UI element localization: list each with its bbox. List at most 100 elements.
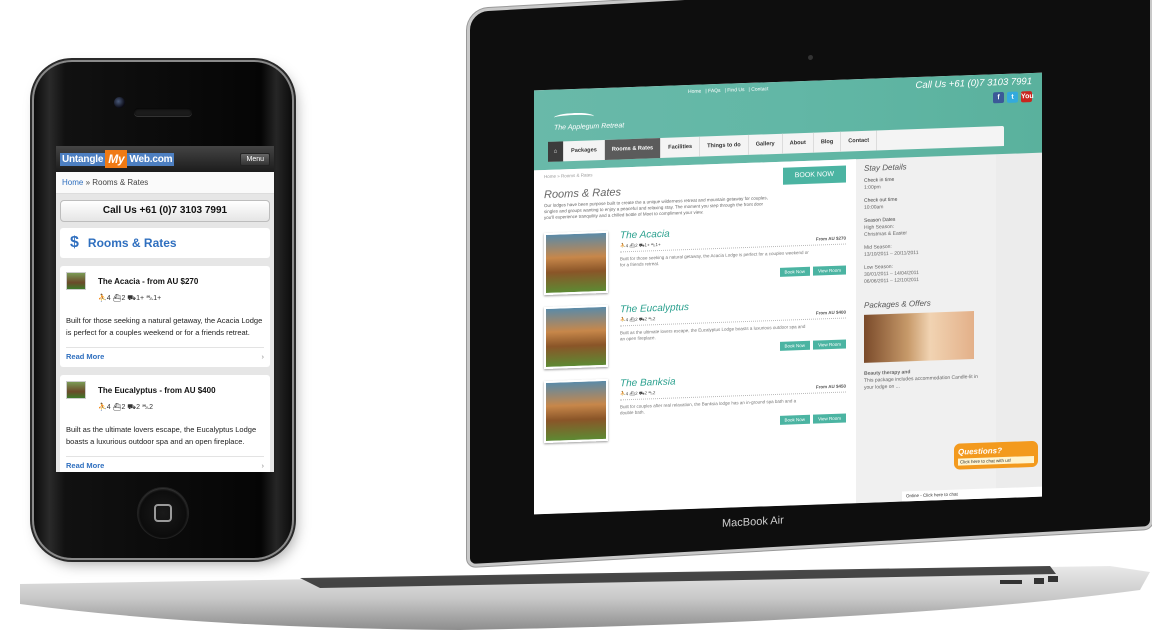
room-amenities: ⛹4 ⛴2 ⛟2 ⛍2	[98, 404, 154, 411]
logo-roof-icon	[554, 112, 594, 122]
room-card: The Eucalyptus - from AU $400 ⛹4 ⛴2 ⛟2 ⛍…	[60, 375, 270, 472]
book-now-button[interactable]: Book Now	[779, 414, 811, 425]
room-description: Built as the ultimate lovers escape, the…	[66, 425, 257, 446]
chevron-right-icon: ›	[261, 352, 265, 361]
lodge-photo[interactable]	[544, 230, 608, 296]
book-now-button[interactable]: BOOK NOW	[782, 165, 846, 185]
breadcrumb-home[interactable]: Home	[62, 178, 83, 187]
nav-contact[interactable]: Contact	[841, 130, 878, 152]
book-now-button[interactable]: Book Now	[779, 266, 811, 277]
checkout-label: Check out time	[864, 196, 898, 204]
phone-screen: Untangle My Web.com Menu Home » Rooms & Ra…	[56, 146, 274, 472]
nav-blog[interactable]: Blog	[813, 131, 842, 153]
call-button[interactable]: Call Us +61 (0)7 3103 7991	[60, 200, 270, 222]
lodge-description: Built as the ultimate lovers escape, the…	[620, 323, 806, 342]
nav-gallery[interactable]: Gallery	[748, 133, 783, 155]
top-link-faqs[interactable]: FAQs	[708, 88, 721, 94]
menu-button[interactable]: Menu	[240, 152, 270, 166]
lodge-price: From AU $450	[815, 383, 846, 390]
logo-part-2: My	[105, 150, 128, 168]
home-button[interactable]	[138, 488, 188, 538]
lodge-photo[interactable]	[544, 304, 608, 370]
dollar-icon: $	[70, 234, 79, 251]
phone-camera	[114, 97, 125, 108]
mid-season-label: Mid Season:	[864, 243, 892, 251]
lodge-item: The Acacia ⛹4 ⛴2 ⛟1+ ⛍1+ From AU $270 Bui…	[544, 223, 846, 296]
breadcrumb-current: Rooms & Rates	[92, 178, 149, 187]
lodge-price: From AU $270	[815, 235, 846, 242]
mobile-breadcrumb: Home » Rooms & Rates	[56, 172, 274, 194]
read-more-link[interactable]: Read More ›	[66, 347, 264, 367]
top-link-home[interactable]: Home	[688, 89, 701, 95]
laptop-base	[20, 566, 1150, 630]
nav-facilities[interactable]: Facilities	[661, 136, 701, 158]
webcam	[808, 54, 813, 61]
social-links: f t You	[993, 91, 1034, 104]
lodge-price: From AU $400	[815, 309, 846, 316]
breadcrumb-separator: »	[83, 178, 93, 187]
season-label: Season Dates	[864, 216, 896, 224]
room-description: Built for those seeking a natural getawa…	[66, 316, 263, 337]
checkout-value: 10:00am	[864, 204, 884, 211]
lodge-description: Built for couples after real relaxation,…	[620, 398, 797, 416]
lodge-item: The Eucalyptus ⛹4 ⛴2 ⛟2 ⛍2 From AU $400 B…	[544, 297, 846, 370]
lodge-description: Built for those seeking a natural getawa…	[620, 249, 809, 268]
laptop-brand: MacBook Air	[722, 514, 784, 530]
mobile-logo[interactable]: Untangle My Web.com	[60, 150, 175, 168]
header-phone: Call Us +61 (0)7 3103 7991	[915, 76, 1032, 92]
laptop-screen: Home | FAQs | Find Us | Contact Call Us +61…	[534, 72, 1042, 515]
chat-bubble[interactable]: Questions? Click here to chat with us!	[954, 440, 1038, 470]
phone-device: Untangle My Web.com Menu Home » Rooms & Ra…	[34, 62, 292, 558]
nav-packages[interactable]: Packages	[564, 139, 605, 162]
package-desc: This package includes accommodation Cand…	[864, 373, 978, 391]
checkin-label: Check in time	[864, 176, 895, 184]
youtube-icon[interactable]: You	[1021, 91, 1034, 103]
view-room-button[interactable]: View Room	[813, 413, 846, 424]
top-link-find-us[interactable]: Find Us	[727, 87, 744, 94]
view-room-button[interactable]: View Room	[813, 265, 846, 276]
top-link-contact[interactable]: Contact	[751, 86, 768, 93]
main-content: Home » Rooms & Rates BOOK NOW Rooms & Ra…	[534, 159, 856, 515]
nav-about[interactable]: About	[782, 132, 814, 154]
page-title: Rooms & Rates	[87, 236, 177, 250]
nav-home-icon[interactable]: ⌂	[548, 141, 564, 162]
read-more-label: Read More	[66, 461, 105, 470]
lodge-amenities: ⛹4 ⛴2 ⛟1+ ⛍1+	[620, 241, 661, 249]
chat-question: Questions?	[958, 446, 1003, 457]
view-room-button[interactable]: View Room	[813, 339, 846, 350]
lodge-amenities: ⛹4 ⛴2 ⛟2 ⛍2	[620, 390, 656, 397]
laptop-lid: MacBook Air Home | FAQs | Find Us | Contact…	[470, 0, 1150, 564]
chat-cta[interactable]: Click here to chat with us!	[958, 455, 1034, 466]
top-links: Home | FAQs | Find Us | Contact	[688, 86, 769, 96]
high-season-value: Christmas & Easter	[864, 230, 908, 238]
room-thumbnail	[66, 272, 86, 290]
stay-details-title: Stay Details	[864, 162, 907, 173]
mobile-header: Untangle My Web.com Menu	[56, 146, 274, 172]
twitter-icon[interactable]: t	[1007, 91, 1018, 103]
facebook-icon[interactable]: f	[993, 91, 1004, 104]
site-logo[interactable]: The Applegum Retreat	[554, 111, 625, 132]
nav-things-to-do[interactable]: Things to do	[700, 134, 749, 157]
lodge-photo[interactable]	[544, 378, 608, 444]
chevron-right-icon: ›	[261, 461, 265, 470]
room-thumbnail	[66, 381, 86, 399]
mobile-page-heading: $ Rooms & Rates	[60, 228, 270, 258]
nav-rooms-rates[interactable]: Rooms & Rates	[604, 137, 662, 160]
room-title: The Acacia - from AU $270	[98, 276, 199, 286]
logo-part-3: Web.com	[127, 152, 175, 166]
home-square-icon	[154, 504, 172, 522]
lodge-item: The Banksia ⛹4 ⛴2 ⛟2 ⛍2 From AU $450 Buil…	[544, 371, 846, 444]
book-now-button[interactable]: Book Now	[779, 340, 811, 351]
low-season-label: Low Season:	[864, 263, 893, 271]
mid-season-value: 13/10/2011 – 20/11/2011	[864, 249, 919, 258]
read-more-link[interactable]: Read More ›	[66, 456, 264, 472]
package-image[interactable]	[864, 311, 974, 363]
read-more-label: Read More	[66, 352, 105, 361]
room-amenities: ⛹4 ⛴2 ⛟1+ ⛍1+	[98, 295, 162, 302]
logo-text: The Applegum Retreat	[554, 122, 625, 132]
logo-part-1: Untangle	[60, 152, 106, 166]
lodge-amenities: ⛹4 ⛴2 ⛟2 ⛍2	[620, 316, 656, 323]
phone-speaker	[134, 108, 192, 116]
high-season-label: High Season:	[864, 223, 895, 231]
product-mockup: MacBook Air Home | FAQs | Find Us | Contact…	[0, 0, 1152, 637]
